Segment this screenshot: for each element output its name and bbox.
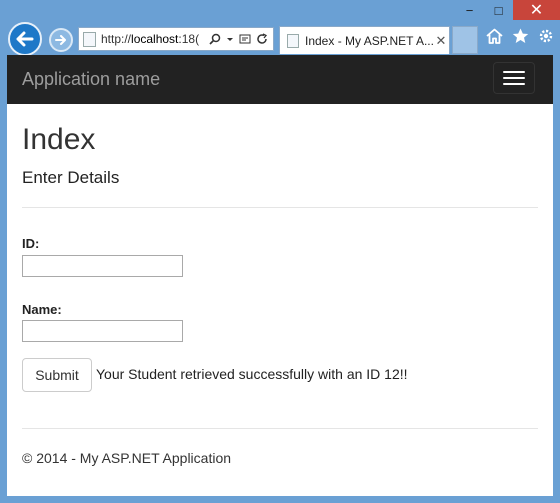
footer-divider [22,428,538,429]
browser-window: − □ ✕ http://localhost:18(Index - My AS… [0,0,560,503]
id-label: ID: [22,236,40,251]
browser-nav-row: http://localhost:18( Index - My ASP.NET … [0,20,560,56]
result-message: Your Student retrieved successfully with… [96,366,408,382]
settings-gear-icon[interactable] [538,28,554,44]
refresh-icon[interactable] [256,33,268,45]
footer-text: © 2014 - My ASP.NET Application [22,450,232,466]
back-button[interactable] [8,22,42,56]
page-icon [83,31,96,47]
page-title: Index [22,123,96,156]
brand-link[interactable]: Application name [22,69,160,90]
close-window-button[interactable]: ✕ [513,0,560,20]
address-bar[interactable]: http://localhost:18( [78,27,274,51]
tab-close-icon[interactable]: ✕ [433,33,449,49]
window-controls: − □ ✕ [455,0,560,20]
tab-page-icon [287,33,299,48]
address-url[interactable]: http://localhost:18( [101,32,209,46]
forward-arrow-icon [55,35,66,45]
minimize-button[interactable]: − [455,0,484,20]
name-input[interactable] [22,320,183,342]
maximize-button[interactable]: □ [484,0,513,20]
home-icon[interactable] [486,28,503,44]
site-navbar: Application name [7,55,553,104]
browser-tools [486,28,554,44]
submit-button[interactable]: Submit [22,358,92,392]
page-subtitle: Enter Details [22,168,120,187]
id-input[interactable] [22,255,183,277]
tab-title: Index - My ASP.NET A... [305,33,433,48]
address-tools [209,33,268,45]
forward-button[interactable] [49,28,73,52]
dropdown-icon[interactable] [226,33,234,45]
hamburger-icon [503,71,525,73]
search-icon[interactable] [209,33,221,45]
compat-view-icon[interactable] [239,33,251,45]
favorites-star-icon[interactable] [512,28,529,44]
back-arrow-icon [16,31,34,47]
divider [22,207,538,208]
navbar-toggle-button[interactable] [493,62,535,94]
name-label: Name: [22,302,62,317]
tab-index[interactable]: Index - My ASP.NET A... ✕ [279,26,450,54]
new-tab-button[interactable] [452,26,478,54]
page-viewport: Application name Index Enter Details ID:… [7,55,553,496]
